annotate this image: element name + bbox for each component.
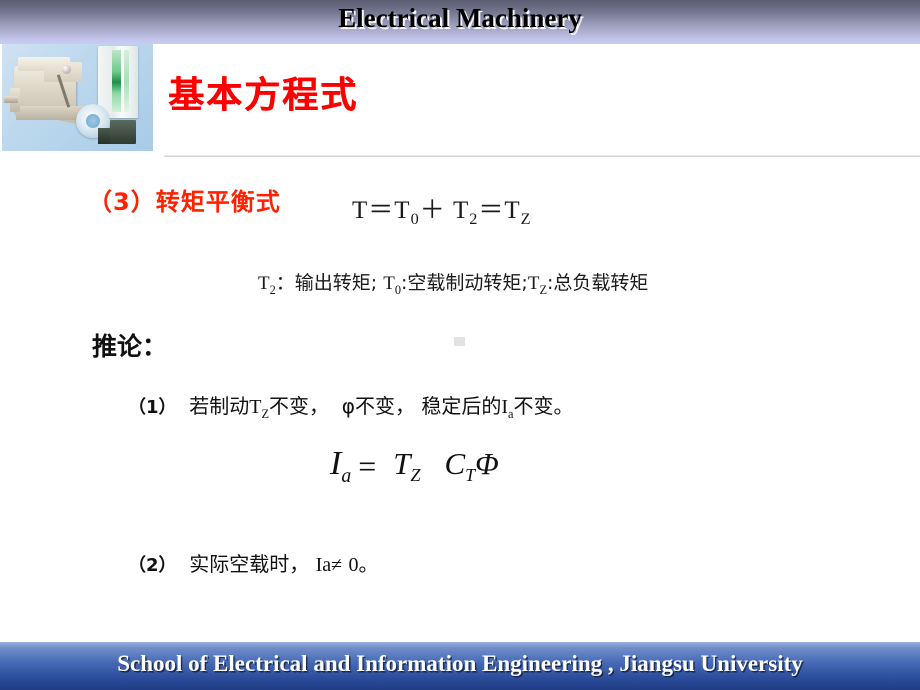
slide-footer-bar: School of Electrical and Information Eng… (0, 642, 920, 690)
formula-denominator-symbol: C (444, 445, 466, 481)
photo-cabinet-green-strip-2 (124, 50, 129, 112)
point-1-symbol-ia: I (501, 396, 508, 418)
legend-symbol-t2: T (258, 273, 270, 294)
inference-point-1: （1） 若制动TZ不变， φ不变， 稳定后的Ia不变。 (128, 390, 574, 422)
section-label-torque-balance: （3）转矩平衡式 (88, 188, 281, 216)
inference-label: 推论： (92, 332, 168, 361)
slide-header-bar: Electrical Machinery (0, 0, 920, 44)
point-1-text-b: 不变， (269, 394, 330, 418)
point-1-text-a: 若制动 (189, 394, 250, 418)
institution-name: School of Electrical and Information Eng… (117, 651, 803, 676)
legend-text-t2: ：输出转矩; (275, 272, 378, 294)
photo-dark-box (110, 120, 136, 144)
formula-numerator-sub: Z (410, 465, 421, 486)
eq-operator-plus: ＋ (419, 197, 446, 224)
course-title: Electrical Machinery (338, 3, 582, 33)
legend-text-tz: :总负载转矩 (546, 272, 649, 294)
formula-equals: = (358, 447, 377, 484)
formula-denominator-sub: T (465, 465, 476, 486)
point-2-not-equal: ≠ (331, 554, 343, 576)
electric-machine-photo (2, 44, 153, 151)
point-2-text-a: 实际空载时， (189, 552, 310, 576)
point-1-symbol-tz-sub: Z (261, 407, 270, 421)
formula-fraction: TZ CTΦ (383, 445, 509, 486)
legend-symbol-t0: T (383, 273, 395, 294)
gray-square-artifact (454, 337, 465, 346)
photo-disc-hub (86, 114, 100, 128)
eq-term-t0-sub: 0 (410, 210, 420, 228)
inference-point-2: （2） 实际空载时， Ia≠ 0。 (128, 548, 379, 577)
symbol-legend: T2：输出转矩; T0:空载制动转矩;TZ:总负载转矩 (258, 268, 648, 298)
torque-balance-equation: T＝T0＋ T2＝TZ (352, 190, 532, 229)
photo-motor-shaft (4, 96, 18, 103)
formula-numerator-symbol: T (393, 445, 411, 481)
legend-symbol-tz-sub: Z (539, 282, 547, 297)
point-2-symbol-ia: Ia (315, 554, 332, 576)
photo-motor-knob (62, 65, 71, 74)
point-2-period: 。 (358, 552, 379, 576)
point-1-text-c: 不变， (354, 394, 415, 418)
eq-term-t0: T (394, 197, 411, 224)
photo-cabinet-green-strip (112, 50, 121, 112)
formula-lhs-sub: a (341, 464, 352, 487)
formula-denominator: CTΦ (434, 445, 508, 484)
point-1-text-e: 不变。 (513, 394, 574, 418)
formula-lhs: Ia (330, 445, 351, 487)
point-1-text-d: 稳定后的 (421, 394, 502, 418)
eq-operator-equals-2: ＝ (478, 197, 505, 224)
legend-symbol-tz: T (527, 273, 540, 294)
eq-term-tz: T (504, 197, 521, 224)
eq-term-tz-sub: Z (520, 210, 532, 228)
photo-motor-base (16, 106, 84, 120)
slide-heading: 基本方程式 (168, 75, 359, 116)
point-2-zero: 0 (348, 554, 359, 576)
point-1-symbol-phi: φ (341, 394, 355, 418)
formula-lhs-symbol: I (330, 445, 342, 482)
point-2-number: （2） (128, 555, 177, 576)
armature-current-formula: Ia = TZ CTΦ (330, 445, 509, 488)
eq-term-t2-sub: 2 (469, 210, 479, 228)
eq-term-t: T (352, 197, 369, 224)
formula-numerator: TZ (383, 445, 430, 486)
formula-denominator-phi: Φ (475, 445, 499, 481)
eq-term-t2: T (452, 197, 470, 224)
legend-text-t0: :空载制动转矩; (401, 272, 528, 294)
header-divider-line (164, 155, 920, 157)
point-1-number: （1） (128, 397, 177, 418)
eq-operator-equals-1: ＝ (368, 197, 395, 224)
point-1-symbol-tz: T (249, 396, 262, 418)
